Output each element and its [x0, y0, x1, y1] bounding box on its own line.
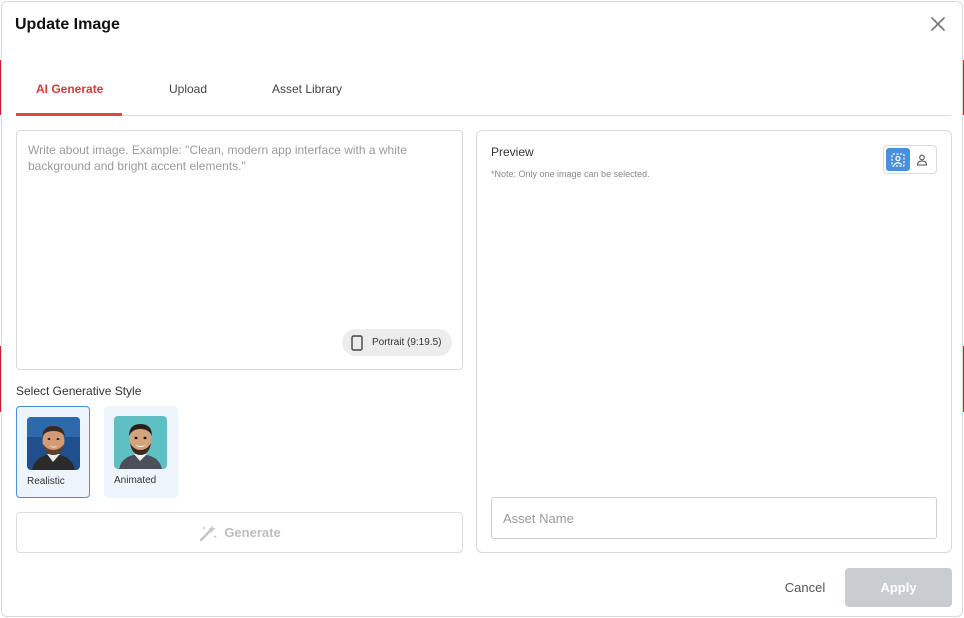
tab-bar: AI Generate Upload Asset Library	[16, 66, 951, 116]
realistic-portrait-thumbnail	[27, 417, 80, 470]
tab-ai-generate[interactable]: AI Generate	[36, 82, 103, 96]
style-option-label: Realistic	[27, 476, 65, 487]
image-view-toggle[interactable]	[886, 148, 910, 171]
preview-note: *Note: Only one image can be selected.	[491, 169, 650, 179]
update-image-dialog: Update Image AI Generate Upload Asset Li…	[1, 1, 963, 617]
generate-label: Generate	[224, 525, 281, 540]
style-option-label: Animated	[114, 475, 157, 486]
preview-panel: Preview *Note: Only one image can be sel…	[476, 130, 952, 553]
magic-wand-icon	[200, 524, 218, 541]
close-button[interactable]	[928, 14, 948, 34]
style-option-realistic[interactable]: Realistic	[16, 406, 90, 498]
close-icon	[931, 17, 945, 31]
active-tab-indicator	[16, 113, 122, 116]
cancel-button[interactable]: Cancel	[778, 568, 832, 607]
prompt-placeholder: Write about image. Example: "Clean, mode…	[28, 143, 407, 173]
tab-asset-library[interactable]: Asset Library	[272, 82, 342, 96]
aspect-ratio-selector[interactable]: Portrait (9:19.5)	[342, 329, 452, 356]
dialog-title: Update Image	[15, 16, 120, 33]
tab-upload[interactable]: Upload	[169, 82, 207, 96]
asset-name-input[interactable]	[491, 497, 937, 539]
prompt-textarea[interactable]: Write about image. Example: "Clean, mode…	[16, 130, 463, 370]
apply-button[interactable]: Apply	[845, 568, 952, 607]
image-view-icon	[891, 152, 905, 167]
person-view-toggle[interactable]	[910, 148, 934, 171]
generate-button[interactable]: Generate	[16, 512, 463, 553]
preview-title: Preview	[491, 145, 534, 159]
style-section-label: Select Generative Style	[16, 384, 142, 398]
phone-portrait-icon	[351, 334, 363, 351]
style-option-animated[interactable]: Animated	[104, 406, 178, 498]
animated-portrait-thumbnail	[114, 416, 167, 469]
preview-view-toggle	[883, 145, 937, 174]
person-view-icon	[916, 154, 928, 166]
aspect-ratio-label: Portrait (9:19.5)	[372, 337, 442, 348]
